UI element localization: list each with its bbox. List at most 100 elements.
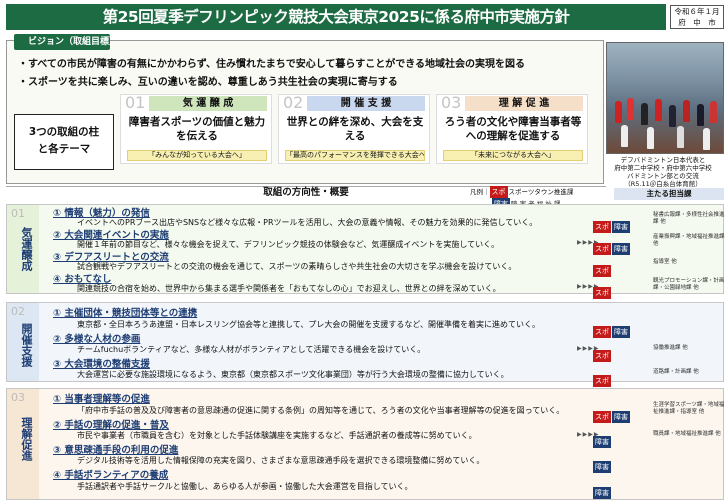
item-tags: スポ (593, 368, 633, 387)
vision-line-1: ・すべての市民が障害の有無にかかわらず、住み慣れたまちで安心して暮らすことができ… (18, 59, 525, 70)
pillar-slogan: 「未来につながる大会へ」 (443, 150, 583, 161)
item-org: 道路課・計画課 他 (653, 369, 699, 375)
item-heading: ② 手話の理解の促進・普及 (53, 420, 169, 431)
page-title: 第25回夏季デフリンピック競技大会東京2025に係る府中市実施方針 (6, 4, 666, 30)
caption-line: デフバドミントン日本代表と (620, 156, 706, 164)
item-tags: スポ 障害 (593, 236, 633, 255)
item-body: 「府中市手話の普及及び障害者の意思疎通の促進に関する条例」の周知等を通じて、ろう… (77, 406, 565, 415)
item-body: 大会運営に必要な施設環境になるよう、東京都（東京都スポーツ文化事業団）等が行う大… (77, 370, 509, 379)
item-tags: スポ (593, 258, 633, 277)
section-title: 理解促進 (20, 417, 33, 461)
section-label: 02 開催支援 (7, 303, 39, 381)
person-figure (703, 128, 710, 150)
tag-sp: スポ (593, 243, 611, 255)
pillar-heading: 開 催 支 援 (307, 96, 425, 111)
item-org: 職員課・地域福祉推進課 他 (653, 431, 721, 437)
item-heading: ③ 大会環境の整備支援 (53, 359, 150, 370)
section-number: 03 (11, 391, 25, 404)
item-body: 市民や事業者（市職員を含む）を対象とした手話体験講座を実施するなど、手話通訳者の… (77, 431, 477, 440)
pillar-card-1: 01 気 運 醸 成 障害者スポーツの価値と魅力を伝える 「みんなが知っている大… (120, 93, 272, 164)
section-kiun: 01 気運醸成 ① 情報（魅力）の発信 イベントへのPRブース出店やSNSなど様… (6, 204, 725, 299)
tag-sh: 障害 (612, 243, 630, 255)
person-figure (697, 104, 704, 126)
item-tags: 障害 (593, 429, 633, 448)
three-pillars-line1: 3つの取組の柱 (28, 126, 100, 138)
item-tags: 障害 (593, 454, 633, 473)
tag-sp: スポ (593, 411, 611, 423)
tag-sh: 障害 (593, 461, 611, 473)
tag-sp: スポ (593, 350, 611, 362)
caption-line: バドミントン部との交流 (627, 172, 699, 180)
legend-prefix: 凡例 (470, 188, 483, 196)
legend-sp-text: スポーツタウン推進課 (508, 188, 574, 196)
main-org-header: 主たる担当課 (614, 188, 724, 200)
section-label: 03 理解促進 (7, 389, 39, 499)
photo-caption: デフバドミントン日本代表と 府中第二中学校・府中第六中学校 バドミントン部との交… (600, 156, 726, 188)
item-body: チームfuchuボランティアなど、多様な人材がボランティアとして活躍できる機会を… (77, 345, 426, 354)
caption-line: （R5.11＠白糸台体育館） (624, 180, 702, 188)
three-pillars-line2: と各テーマ (37, 143, 91, 155)
vision-line-2: ・スポーツを共に楽しみ、互いの違いを認め、尊重しあう共生社会の実現に寄与する (18, 77, 398, 88)
item-heading: ① 主催団体・競技団体等との連携 (53, 308, 198, 319)
tag-sh: 障害 (612, 326, 630, 338)
section-label: 01 気運醸成 (7, 205, 39, 293)
person-figure (647, 127, 654, 149)
pillar-card-3: 03 理 解 促 進 ろう者の文化や障害当事者等への理解を促進する 「未来につな… (436, 93, 588, 164)
item-body: 試合観戦やデフアスリートとの交流の機会を通じて、スポーツの素晴らしさや共生社会の… (77, 262, 517, 271)
tag-sh: 障害 (612, 221, 630, 233)
item-org: 協働推進課 他 (653, 345, 688, 351)
pillar-number: 03 (441, 93, 462, 112)
exchange-photo (606, 42, 724, 154)
caption-line: 府中第二中学校・府中第六中学校 (614, 164, 712, 172)
item-tags: スポ 障害 (593, 404, 633, 423)
pillar-body: 世界との絆を深め、大会を支える (286, 116, 424, 142)
pillar-card-2: 02 開 催 支 援 世界との絆を深め、大会を支える 「最高のパフォーマンスを発… (278, 93, 430, 164)
pillar-heading: 理 解 促 進 (465, 96, 583, 111)
section-title: 気運醸成 (20, 227, 33, 271)
pillar-heading: 気 運 醸 成 (149, 96, 267, 111)
tag-sh: 障害 (612, 411, 630, 423)
item-heading: ② 多様な人材の参画 (53, 334, 141, 345)
person-figure (627, 98, 634, 120)
person-figure (615, 101, 622, 123)
item-org: 生涯学習スポーツ課・地域福祉推進課・指導室 他 (653, 402, 725, 415)
tag-sh: 障害 (593, 436, 611, 448)
tag-sp: スポ (593, 221, 611, 233)
person-figure (621, 125, 628, 147)
section-number: 02 (11, 305, 25, 318)
pillar-slogan: 「最高のパフォーマンスを発揮できる大会へ」 (285, 150, 425, 161)
pillar-number: 02 (283, 93, 304, 112)
pillar-slogan: 「みんなが知っている大会へ」 (127, 150, 267, 161)
person-figure (683, 100, 690, 122)
date-box: 令和６年１月 府 中 市 (670, 5, 724, 29)
vision-label: ビジョン（取組目標） (14, 34, 110, 50)
item-tags: スポ (593, 343, 633, 362)
item-org: 秘書広報課・多様性社会推進課 他 (653, 212, 725, 225)
person-figure (655, 99, 662, 121)
section-title: 開催支援 (20, 323, 33, 367)
item-org: 観光プロモーション課・計画課・公園緑地課 他 (653, 278, 725, 291)
date-line: 令和６年１月 (674, 7, 720, 16)
item-tags: スポ 障害 (593, 214, 633, 233)
item-heading: ③ 意思疎通手段の利用の促進 (53, 445, 179, 456)
tag-sp: スポ (593, 287, 611, 299)
person-figure (669, 105, 676, 127)
pillar-body: 障害者スポーツの価値と魅力を伝える (128, 116, 266, 142)
item-body: 東京都・全日本ろうあ連盟・日本レスリング協会等と連携して、プレ大会の開催を支援す… (77, 320, 540, 329)
item-tags: 障害 (593, 480, 633, 499)
item-org: 産業振興課・地域福祉推進課 他 (653, 234, 725, 247)
item-org: 指導室 他 (653, 259, 677, 265)
legend: 凡例｜スポスポーツタウン推進課 障害障 害 者 福 祉 課 (470, 186, 605, 210)
person-figure (710, 101, 717, 123)
tag-sh: 障害 (593, 487, 611, 499)
section-rikai: 03 理解促進 ① 当事者理解等の促進 「府中市手話の普及及び障害者の意思疎通の… (6, 388, 724, 500)
tag-sp: スポ (593, 375, 611, 387)
item-heading: ① 当事者理解等の促進 (53, 394, 150, 405)
item-heading: ④ 手話ボランティアの養成 (53, 470, 169, 481)
item-tags: スポ (593, 280, 633, 299)
item-tags: スポ 障害 (593, 319, 633, 338)
pillar-body: ろう者の文化や障害当事者等への理解を促進する (444, 116, 582, 142)
pillar-number: 01 (125, 93, 146, 112)
tag-sp: スポ (593, 265, 611, 277)
item-body: 手話通訳者や手話サークルと協働し、あらゆる人が参画・協働した大会運営を目指してい… (77, 482, 413, 491)
